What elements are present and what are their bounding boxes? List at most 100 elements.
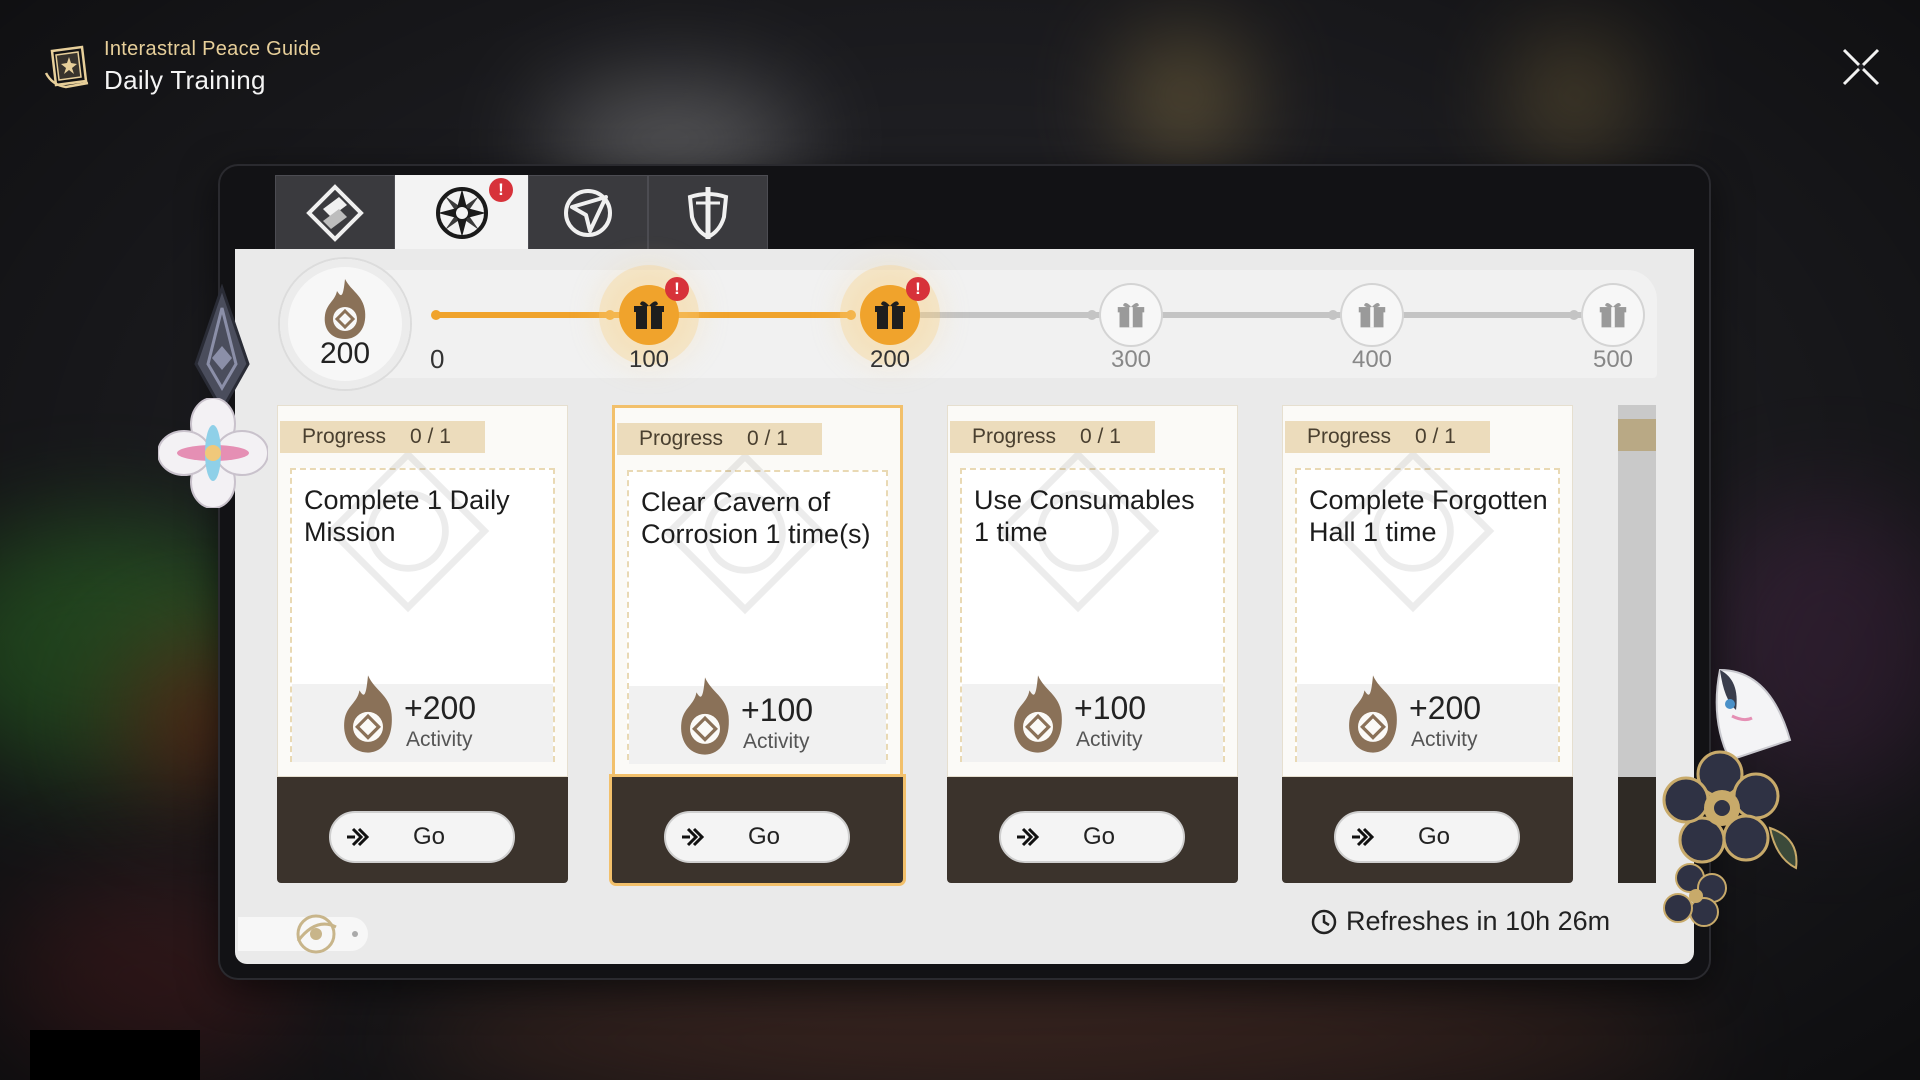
redacted-box [30,1030,200,1080]
task-card[interactable]: Progress 0 / 1 Complete Forgotten Hall 1… [1282,405,1573,883]
activity-counter: 200 [280,259,410,389]
task-card-footer: Go [277,777,568,883]
milestone-label: 100 [628,346,670,373]
activity-flame-icon [1349,675,1397,753]
task-card[interactable]: Progress 0 / 1 Complete 1 Daily Mission … [277,405,568,883]
progress-label: Progress [1307,425,1392,448]
tab-notification-badge: ! [489,178,513,202]
milestone-reward-200[interactable]: ! [860,277,930,345]
go-button-label: Go [747,823,780,850]
training-emblem-icon [435,187,488,239]
page-dot [352,931,358,937]
go-button[interactable]: Go [999,811,1185,863]
go-button[interactable]: Go [1334,811,1520,863]
task-card[interactable]: Progress 0 / 1 Use Consumables 1 time +1… [947,405,1238,883]
task-progress-tag: Progress 0 / 1 [1285,421,1490,453]
milestone-label: 400 [1351,346,1393,373]
task-card-body: Progress 0 / 1 Complete Forgotten Hall 1… [1282,405,1573,777]
go-arrow-icon [1017,827,1040,847]
tab-bar: ! [275,175,768,251]
tab-adventure[interactable] [648,175,768,251]
refresh-label: Refreshes in [1346,906,1498,936]
milestone-reward-500[interactable] [1583,285,1643,345]
milestone-reward-400[interactable] [1342,285,1402,345]
ornament-blossom-icon [1662,750,1798,927]
go-arrow-icon [682,827,705,847]
progress-dot [605,310,615,320]
tab-daily-guide[interactable] [275,175,395,251]
gift-icon [1599,303,1627,328]
reward-value: +200 [1409,690,1482,726]
progress-dot [846,310,856,320]
activity-progress-bar [279,270,1657,378]
go-button[interactable]: Go [329,811,515,863]
page-indicator [238,914,368,954]
progress-dot [1328,310,1338,320]
go-arrow-icon [347,827,370,847]
gift-icon [634,301,664,329]
progress-label: Progress [639,427,724,450]
refresh-timer: Refreshes in 10h 26m [1310,906,1610,937]
progress-label: Progress [972,425,1057,448]
task-card-body: Progress 0 / 1 Use Consumables 1 time +1… [947,405,1238,777]
activity-current-value: 200 [319,337,371,370]
express-emblem-icon [296,914,337,954]
go-button-label: Go [1082,823,1115,850]
activity-flame-icon [1014,675,1062,753]
task-card-footer: Go [612,777,903,883]
gift-icon [1117,303,1145,328]
progress-dot [1087,310,1097,320]
go-button-label: Go [1417,823,1450,850]
ornament-spire-icon [194,284,250,414]
progress-value: 0 / 1 [1080,425,1121,448]
go-button-label: Go [412,823,445,850]
compass-tile-icon [306,184,364,242]
tab-challenges[interactable] [528,175,648,251]
task-title: Clear Cavern of Corrosion 1 time(s) [641,487,871,549]
task-progress-tag: Progress 0 / 1 [280,421,485,453]
milestone-claim-badge: ! [665,277,689,301]
reward-value: +100 [741,692,814,728]
task-progress-tag: Progress 0 / 1 [950,421,1155,453]
reward-label: Activity [406,728,473,751]
milestone-label: 200 [869,346,911,373]
milestone-label: 300 [1110,346,1152,373]
milestone-reward-100[interactable]: ! [619,277,689,345]
reward-value: +200 [404,690,477,726]
progress-track-empty [918,312,1623,318]
tab-daily-training[interactable]: ! [395,175,528,251]
task-card-footer: Go [947,777,1238,883]
header-subtitle: Interastral Peace Guide [104,38,322,60]
go-arrow-icon [1352,827,1375,847]
task-card[interactable]: Progress 0 / 1 Clear Cavern of Corrosion… [612,405,903,883]
task-title: Use Consumables 1 time [974,485,1195,547]
activity-flame-icon [681,677,729,755]
refresh-time: 10h 26m [1505,906,1611,936]
progress-value: 0 / 1 [747,427,788,450]
reward-label: Activity [1076,728,1143,751]
clock-icon [1311,909,1337,934]
progress-dot [1569,310,1579,320]
milestone-reward-300[interactable] [1101,285,1161,345]
guide-book-icon [44,45,89,89]
task-title: Complete 1 Daily Mission [304,485,510,547]
task-card-body: Progress 0 / 1 Complete 1 Daily Mission … [277,405,568,777]
milestone-label: 500 [1592,346,1634,373]
task-title: Complete Forgotten Hall 1 time [1309,485,1548,547]
task-card-partial[interactable] [1618,405,1656,883]
target-icon [564,189,612,237]
page-title: Daily Training [104,65,266,95]
milestone-claim-badge: ! [906,277,930,301]
page-header: Interastral Peace Guide Daily Training [42,38,321,96]
reward-value: +100 [1074,690,1147,726]
reward-label: Activity [743,730,810,753]
shield-sword-icon [687,187,729,240]
task-progress-tag: Progress 0 / 1 [617,423,822,455]
progress-value: 0 / 1 [410,425,451,448]
gift-icon [1358,303,1386,328]
activity-flame-icon [324,279,366,339]
activity-flame-icon [344,675,392,753]
go-button[interactable]: Go [664,811,850,863]
close-icon[interactable] [1838,44,1884,90]
progress-label: Progress [302,425,387,448]
